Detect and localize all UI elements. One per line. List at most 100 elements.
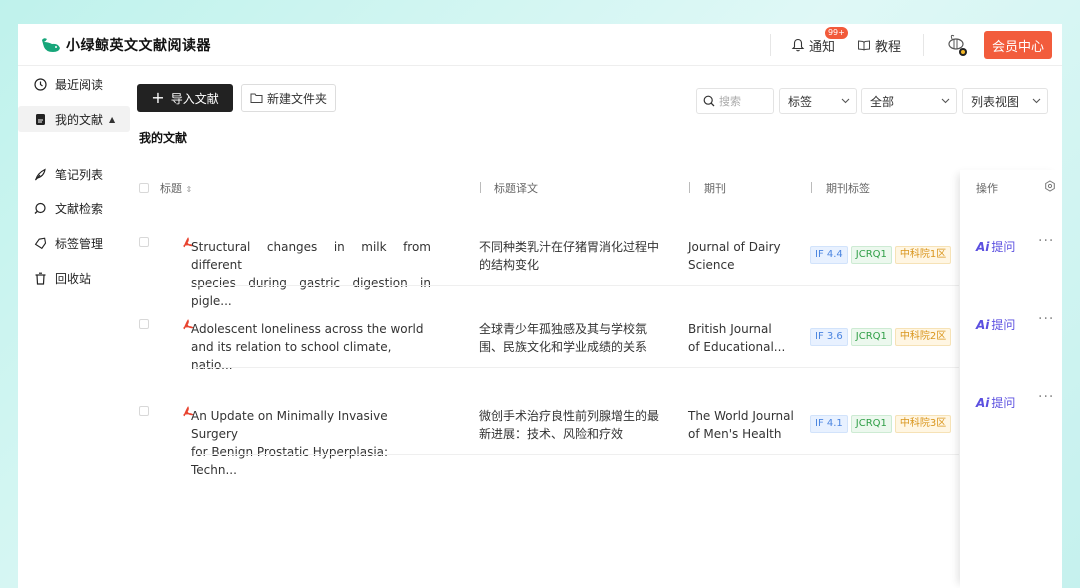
sidebar-item-label: 标签管理 bbox=[55, 236, 104, 251]
sidebar-item-my-papers[interactable]: 我的文献 ▲ bbox=[18, 106, 130, 132]
row-checkbox[interactable] bbox=[139, 237, 149, 247]
row-checkbox[interactable] bbox=[139, 319, 149, 329]
ai-icon: Ai bbox=[976, 317, 990, 332]
main-content: + 导入文献 新建文件夹 搜索 标签 全部 列表视图 我的文献 标题 ⇕ 标题译… bbox=[134, 66, 1062, 588]
row-divider bbox=[194, 454, 959, 455]
vip-center-button[interactable]: 会员中心 bbox=[983, 31, 1052, 59]
journal-tags: IF 3.6 JCRQ1 中科院2区 bbox=[810, 328, 954, 346]
col-translation: 标题译文 bbox=[494, 182, 538, 195]
impact-factor-tag: IF 4.1 bbox=[810, 415, 848, 433]
document-icon bbox=[36, 113, 45, 125]
jcr-tag: JCRQ1 bbox=[850, 415, 892, 433]
column-divider bbox=[811, 182, 812, 193]
view-select-value: 列表视图 bbox=[971, 94, 1020, 109]
sidebar-item-notes[interactable]: 笔记列表 bbox=[18, 161, 130, 187]
more-options-icon[interactable]: ··· bbox=[1038, 311, 1054, 327]
sidebar-item-label: 最近阅读 bbox=[55, 77, 104, 92]
scope-select[interactable]: 全部 bbox=[861, 88, 957, 114]
tag-select[interactable]: 标签 bbox=[779, 88, 857, 114]
translation-line: 新进展：技术、风险和疗效 bbox=[479, 427, 624, 441]
bee-avatar-icon bbox=[948, 34, 967, 56]
ai-icon: Ai bbox=[976, 239, 990, 254]
sidebar-item-search[interactable]: 文献检索 bbox=[18, 195, 130, 221]
journal-name: Journal of Dairy Science bbox=[688, 238, 802, 274]
paper-title-line: for Benign Prostatic Hyperplasia: Techn.… bbox=[191, 445, 389, 477]
whale-logo-icon bbox=[42, 37, 60, 52]
sort-icon[interactable]: ⇕ bbox=[186, 185, 193, 194]
translation-line: 不同种类乳汁在仔猪胃消化过程中 bbox=[479, 240, 660, 254]
paper-translation: 不同种类乳汁在仔猪胃消化过程中 的结构变化 bbox=[479, 238, 669, 274]
paper-title[interactable]: An Update on Minimally Invasive Surgery … bbox=[191, 407, 431, 479]
table-row[interactable]: Structural changes in milk from differen… bbox=[134, 204, 959, 308]
ask-label: 提问 bbox=[991, 396, 1016, 410]
more-options-icon[interactable]: ··· bbox=[1038, 389, 1054, 405]
jcr-tag: JCRQ1 bbox=[850, 328, 892, 346]
cas-tag: 中科院1区 bbox=[894, 246, 952, 264]
search-placeholder: 搜索 bbox=[719, 95, 741, 108]
import-paper-button[interactable]: + 导入文献 bbox=[137, 84, 233, 112]
col-journal: 期刊 bbox=[704, 182, 726, 195]
feather-pen-icon bbox=[34, 168, 46, 180]
ask-ai-button[interactable]: Ai 提问 bbox=[976, 238, 1015, 255]
book-icon bbox=[857, 40, 870, 51]
tutorial-button[interactable]: 教程 bbox=[857, 36, 901, 55]
top-header: 小绿鲸英文文献阅读器 通知 99+ 教程 会员中心 bbox=[18, 24, 1062, 66]
header-divider bbox=[769, 34, 771, 56]
sidebar-item-label: 回收站 bbox=[55, 271, 92, 286]
paper-title[interactable]: Adolescent loneliness across the world a… bbox=[191, 320, 431, 374]
paper-title-line: and its relation to school climate, nati… bbox=[191, 340, 392, 372]
actions-column: 操作 Ai 提问 ··· Ai 提问 ··· Ai 提问 ··· bbox=[960, 170, 1062, 588]
journal-line: British Journal bbox=[688, 322, 772, 336]
more-options-icon[interactable]: ··· bbox=[1038, 233, 1054, 249]
sidebar-item-trash[interactable]: 回收站 bbox=[18, 265, 130, 291]
journal-line: Science bbox=[688, 258, 735, 272]
journal-name: The World Journal of Men's Health bbox=[688, 407, 802, 443]
row-divider bbox=[194, 367, 959, 368]
ask-ai-button[interactable]: Ai 提问 bbox=[976, 316, 1015, 333]
paper-translation: 全球青少年孤独感及其与学校氛 围、民族文化和学业成绩的关系 bbox=[479, 320, 669, 356]
gear-icon[interactable] bbox=[1044, 180, 1056, 192]
column-divider bbox=[689, 182, 690, 193]
app-window: 小绿鲸英文文献阅读器 通知 99+ 教程 会员中心 最近阅读 我的文献 ▲ 笔记… bbox=[18, 24, 1062, 588]
search-input[interactable]: 搜索 bbox=[696, 88, 774, 114]
row-checkbox[interactable] bbox=[139, 406, 149, 416]
cas-tag: 中科院3区 bbox=[894, 415, 952, 433]
app-logo[interactable]: 小绿鲸英文文献阅读器 bbox=[40, 35, 211, 55]
ask-label: 提问 bbox=[991, 240, 1016, 254]
journal-line: of Educational... bbox=[688, 340, 786, 354]
sidebar-item-recent[interactable]: 最近阅读 bbox=[18, 71, 130, 97]
impact-factor-tag: IF 4.4 bbox=[810, 246, 848, 264]
ai-icon: Ai bbox=[976, 395, 990, 410]
paper-title-line: An Update on Minimally Invasive Surgery bbox=[191, 409, 388, 441]
col-title[interactable]: 标题 ⇕ bbox=[160, 180, 192, 196]
ask-ai-button[interactable]: Ai 提问 bbox=[976, 394, 1015, 411]
col-journal-tags: 期刊标签 bbox=[826, 182, 870, 195]
col-title-label: 标题 bbox=[160, 182, 182, 195]
notify-button[interactable]: 通知 99+ bbox=[791, 26, 848, 55]
folder-icon bbox=[250, 93, 263, 103]
jcr-tag: JCRQ1 bbox=[850, 246, 892, 264]
paper-title-line: Structural changes in milk from differen… bbox=[191, 240, 431, 272]
page-title: 我的文献 bbox=[139, 131, 188, 145]
translation-line: 的结构变化 bbox=[479, 258, 540, 272]
sidebar: 最近阅读 我的文献 ▲ 笔记列表 文献检索 标签管理 回收站 bbox=[18, 66, 134, 588]
journal-tags: IF 4.4 JCRQ1 中科院1区 bbox=[810, 246, 954, 264]
sidebar-item-tags[interactable]: 标签管理 bbox=[18, 230, 130, 256]
notify-badge: 99+ bbox=[824, 26, 848, 39]
select-all-checkbox[interactable] bbox=[139, 183, 149, 193]
table-row[interactable]: An Update on Minimally Invasive Surgery … bbox=[134, 373, 959, 477]
avatar[interactable] bbox=[944, 32, 970, 58]
journal-line: The World Journal bbox=[688, 409, 794, 423]
table-row[interactable]: Adolescent loneliness across the world a… bbox=[134, 286, 959, 372]
caret-up-icon[interactable]: ▲ bbox=[109, 115, 115, 124]
translation-line: 全球青少年孤独感及其与学校氛 bbox=[479, 322, 648, 336]
col-actions: 操作 bbox=[976, 182, 998, 195]
chevron-down-icon bbox=[941, 98, 950, 104]
table-header: 标题 ⇕ 标题译文 期刊 期刊标签 bbox=[134, 174, 1062, 200]
journal-tags: IF 4.1 JCRQ1 中科院3区 bbox=[810, 415, 954, 433]
new-folder-button[interactable]: 新建文件夹 bbox=[241, 84, 336, 112]
cas-tag: 中科院2区 bbox=[894, 328, 952, 346]
translation-line: 围、民族文化和学业成绩的关系 bbox=[479, 340, 648, 354]
ask-label: 提问 bbox=[991, 318, 1016, 332]
view-select[interactable]: 列表视图 bbox=[962, 88, 1048, 114]
